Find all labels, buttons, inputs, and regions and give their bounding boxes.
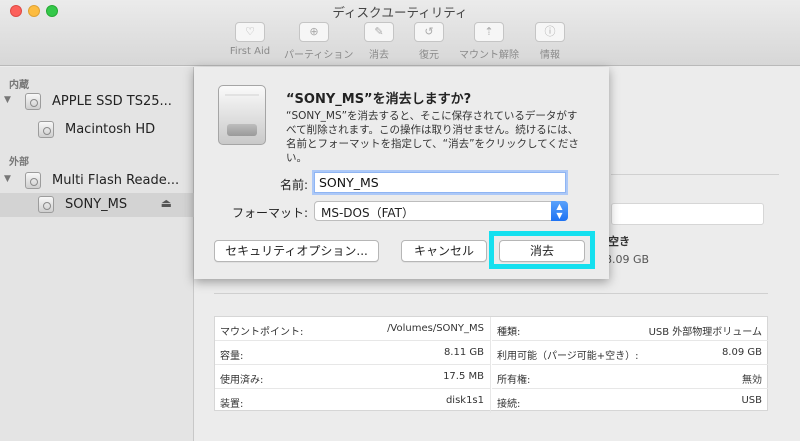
dialog-description: “SONY_MS”を消去すると、そこに保存されているデータがすべて削除されます。… — [286, 110, 579, 164]
sidebar-item-label: Macintosh HD — [65, 122, 156, 137]
free-space-label: 空き — [608, 235, 630, 248]
disk-utility-window: ディスクユーティリティ ♡ First Aid ⊕ パーティション ✎ 消去 ↺… — [0, 0, 800, 441]
name-label: 名前: — [279, 178, 308, 192]
partition-label: パーティション — [284, 50, 354, 61]
sidebar-item-macintosh-hd[interactable]: Macintosh HD — [0, 118, 194, 142]
window-title: ディスクユーティリティ — [332, 5, 468, 20]
info-label: 情報 — [540, 50, 560, 61]
cancel-button[interactable]: キャンセル — [401, 240, 487, 262]
info-value: /Volumes/SONY_MS — [387, 323, 484, 334]
info-key: マウントポイント: — [220, 327, 304, 338]
unmount-icon: ⇡ — [474, 22, 504, 42]
usage-bar — [611, 203, 764, 225]
info-cell: 種類: USB 外部物理ボリューム — [492, 317, 768, 341]
info-key: 容量: — [220, 351, 244, 362]
security-options-button[interactable]: セキュリティオプション... — [214, 240, 379, 262]
info-cell: 使用済み: 17.5 MB — [215, 365, 491, 389]
info-key: 接続: — [497, 399, 521, 410]
restore-button[interactable]: ↺ 復元 — [399, 22, 459, 62]
erase-dialog: “SONY_MS”を消去しますか? “SONY_MS”を消去すると、そこに保存さ… — [194, 67, 609, 279]
external-drive-icon — [25, 172, 41, 189]
info-cell: マウントポイント: /Volumes/SONY_MS — [215, 317, 491, 341]
restore-icon: ↺ — [414, 22, 444, 42]
partition-button[interactable]: ⊕ パーティション — [284, 22, 354, 62]
chevron-updown-icon: ▲ ▼ — [551, 201, 568, 221]
first-aid-button[interactable]: ♡ First Aid — [220, 22, 280, 62]
info-key: 装置: — [220, 399, 244, 410]
dialog-title: “SONY_MS”を消去しますか? — [286, 92, 472, 107]
name-input[interactable] — [314, 172, 566, 193]
format-select[interactable]: MS-DOS（FAT） ▲ ▼ — [314, 201, 568, 221]
volume-icon — [38, 121, 54, 138]
external-drive-icon — [218, 85, 266, 145]
disclosure-triangle-icon[interactable]: ▼ — [4, 174, 11, 184]
info-key: 利用可能（パージ可能+空き）: — [497, 351, 639, 362]
titlebar: ディスクユーティリティ ♡ First Aid ⊕ パーティション ✎ 消去 ↺… — [0, 0, 800, 66]
sidebar: 内蔵 ▼ APPLE SSD TS25... Macintosh HD 外部 ▼… — [0, 67, 194, 441]
info-button[interactable]: ⓘ 情報 — [520, 22, 580, 62]
info-icon: ⓘ — [535, 22, 565, 42]
volume-icon — [38, 196, 54, 213]
sidebar-header-internal: 内蔵 — [9, 80, 29, 91]
sidebar-item-label: APPLE SSD TS25... — [52, 94, 172, 109]
unmount-button[interactable]: ⇡ マウント解除 — [459, 22, 519, 62]
restore-label: 復元 — [419, 50, 439, 61]
info-cell: 容量: 8.11 GB — [215, 341, 491, 365]
info-cell: 装置: disk1s1 — [215, 389, 491, 413]
sidebar-item-apple-ssd[interactable]: ▼ APPLE SSD TS25... — [0, 90, 194, 114]
info-key: 使用済み: — [220, 375, 264, 386]
eject-icon[interactable]: ⏏ — [161, 196, 172, 210]
sidebar-item-label: SONY_MS — [65, 197, 128, 212]
internal-drive-icon — [25, 93, 41, 110]
info-cell: 利用可能（パージ可能+空き）: 8.09 GB — [492, 341, 768, 365]
divider — [611, 174, 779, 175]
sidebar-header-external: 外部 — [9, 157, 29, 168]
info-value: 8.09 GB — [721, 347, 762, 358]
format-label: フォーマット: — [231, 206, 308, 220]
unmount-label: マウント解除 — [459, 50, 519, 61]
info-key: 所有権: — [497, 375, 531, 386]
stethoscope-icon: ♡ — [235, 22, 265, 42]
volume-info-table: マウントポイント: /Volumes/SONY_MS 容量: 8.11 GB 使… — [214, 316, 768, 413]
info-value: disk1s1 — [445, 395, 484, 406]
erase-button-highlight — [489, 231, 595, 269]
divider — [214, 293, 768, 294]
pie-icon: ⊕ — [299, 22, 329, 42]
info-value: 無効 — [742, 375, 762, 386]
info-value: USB — [741, 395, 762, 406]
sidebar-item-label: Multi Flash Reade... — [52, 173, 180, 188]
info-cell: 所有権: 無効 — [492, 365, 768, 389]
info-cell: 接続: USB — [492, 389, 768, 413]
info-key: 種類: — [497, 327, 521, 338]
free-space-value: 8.09 GB — [605, 253, 650, 266]
info-value: USB 外部物理ボリューム — [648, 327, 762, 338]
sidebar-item-multi-flash-reader[interactable]: ▼ Multi Flash Reade... — [0, 169, 194, 193]
format-value: MS-DOS（FAT） — [321, 206, 415, 220]
info-value: 17.5 MB — [443, 371, 484, 382]
info-value: 8.11 GB — [443, 347, 484, 358]
sidebar-item-sony-ms[interactable]: SONY_MS ⏏ — [0, 193, 194, 217]
first-aid-label: First Aid — [229, 46, 271, 57]
erase-icon: ✎ — [364, 22, 394, 42]
disclosure-triangle-icon[interactable]: ▼ — [4, 95, 11, 105]
